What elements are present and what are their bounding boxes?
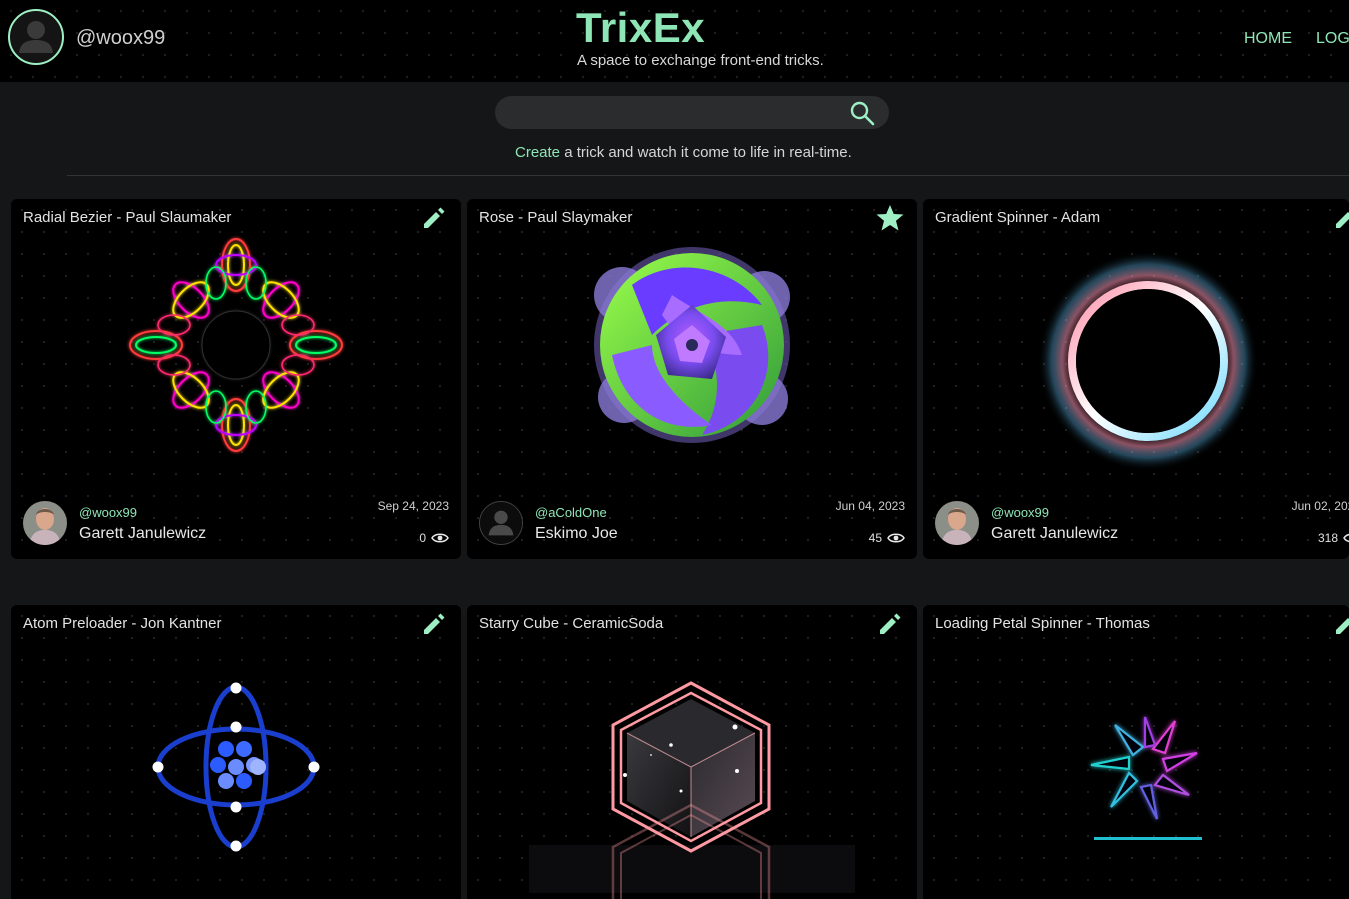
trick-card[interactable]: Loading Petal Spinner - Thomas: [923, 605, 1349, 899]
card-title[interactable]: Starry Cube - CeramicSoda: [479, 615, 663, 632]
card-footer: @woox99 Garett Janulewicz Jun 02, 2023 3…: [923, 495, 1349, 559]
create-link[interactable]: Create: [515, 144, 560, 161]
trick-card[interactable]: Gradient Spinner - Adam @woox99 Garett J…: [923, 199, 1349, 559]
trick-preview-atom-preloader: [152, 682, 320, 852]
eye-icon: [887, 533, 905, 543]
author-avatar[interactable]: [23, 501, 67, 545]
nav-logout-link[interactable]: LOGOUT: [1316, 30, 1349, 48]
view-count: 45: [869, 531, 905, 545]
search-icon[interactable]: [848, 99, 876, 127]
trick-preview-starry-cube: [529, 681, 855, 899]
user-silhouette-icon: [19, 21, 53, 53]
site-title[interactable]: TrixEx: [576, 4, 705, 52]
site-subtitle: A space to exchange front-end tricks.: [577, 52, 824, 69]
card-title[interactable]: Rose - Paul Slaymaker: [479, 209, 632, 226]
trick-preview-rose: [594, 247, 790, 443]
card-date: Sep 24, 2023: [377, 499, 449, 513]
user-silhouette-icon: [480, 502, 522, 544]
pencil-icon[interactable]: [419, 203, 449, 233]
card-footer: @aColdOne Eskimo Joe Jun 04, 2023 45: [467, 495, 917, 559]
header-username: @woox99: [76, 27, 166, 49]
trick-card[interactable]: Rose - Paul Slaymaker @aColdOne Eskimo J…: [467, 199, 917, 559]
trick-card[interactable]: Atom Preloader - Jon Kantner: [11, 605, 461, 899]
search-input[interactable]: [507, 96, 841, 131]
view-count-value: 0: [419, 531, 426, 545]
search-bar: [495, 96, 889, 131]
pencil-icon[interactable]: [1331, 203, 1349, 233]
eye-icon: [1343, 533, 1349, 543]
trick-card[interactable]: Starry Cube - CeramicSoda: [467, 605, 917, 899]
nav-home-link[interactable]: HOME: [1244, 30, 1292, 48]
card-title[interactable]: Loading Petal Spinner - Thomas: [935, 615, 1150, 632]
eye-icon: [431, 533, 449, 543]
tagline-text: a trick and watch it come to life in rea…: [560, 144, 852, 161]
view-count: 318: [1318, 531, 1349, 545]
create-tagline: Create a trick and watch it come to life…: [515, 144, 852, 161]
trick-card[interactable]: Radial Bezier - Paul Slaumaker @woox99 G…: [11, 199, 461, 559]
view-count: 0: [419, 531, 449, 545]
card-title[interactable]: Atom Preloader - Jon Kantner: [23, 615, 221, 632]
divider: [67, 175, 1349, 176]
author-avatar[interactable]: [935, 501, 979, 545]
author-avatar[interactable]: [479, 501, 523, 545]
pencil-icon[interactable]: [419, 609, 449, 639]
view-count-value: 318: [1317, 531, 1338, 545]
view-count-value: 45: [868, 531, 882, 545]
author-handle[interactable]: @woox99: [79, 505, 137, 520]
card-date: Jun 04, 2023: [835, 499, 905, 513]
author-name: Garett Janulewicz: [79, 525, 207, 542]
author-handle[interactable]: @woox99: [991, 505, 1049, 520]
author-photo: [935, 501, 979, 545]
pencil-icon[interactable]: [875, 609, 905, 639]
trick-preview-radial-bezier: [129, 238, 343, 452]
header: @woox99 TrixEx A space to exchange front…: [0, 0, 1349, 82]
card-date: Jun 02, 2023: [1291, 499, 1349, 513]
author-handle[interactable]: @aColdOne: [535, 505, 607, 520]
card-footer: @woox99 Garett Janulewicz Sep 24, 2023 0: [11, 495, 461, 559]
author-name: Garett Janulewicz: [991, 525, 1119, 542]
star-icon[interactable]: [875, 203, 905, 233]
user-avatar[interactable]: [8, 9, 64, 65]
card-title[interactable]: Gradient Spinner - Adam: [935, 209, 1100, 226]
author-photo: [23, 501, 67, 545]
trick-preview-petal-spinner: [1090, 716, 1202, 840]
card-title[interactable]: Radial Bezier - Paul Slaumaker: [23, 209, 231, 226]
pencil-icon[interactable]: [1331, 609, 1349, 639]
trick-preview-gradient-spinner: [1038, 251, 1258, 471]
author-name: Eskimo Joe: [535, 525, 618, 542]
